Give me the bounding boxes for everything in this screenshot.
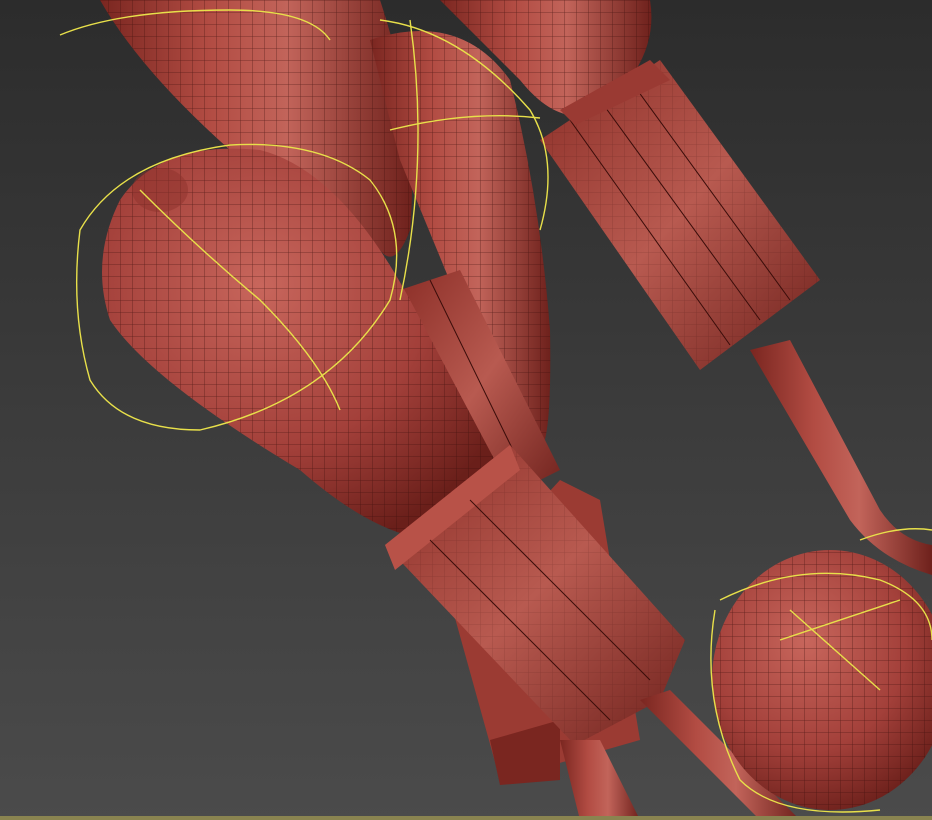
- scene-render: [0, 0, 932, 820]
- viewport-bottom-border: [0, 816, 932, 820]
- 3d-viewport[interactable]: [0, 0, 932, 820]
